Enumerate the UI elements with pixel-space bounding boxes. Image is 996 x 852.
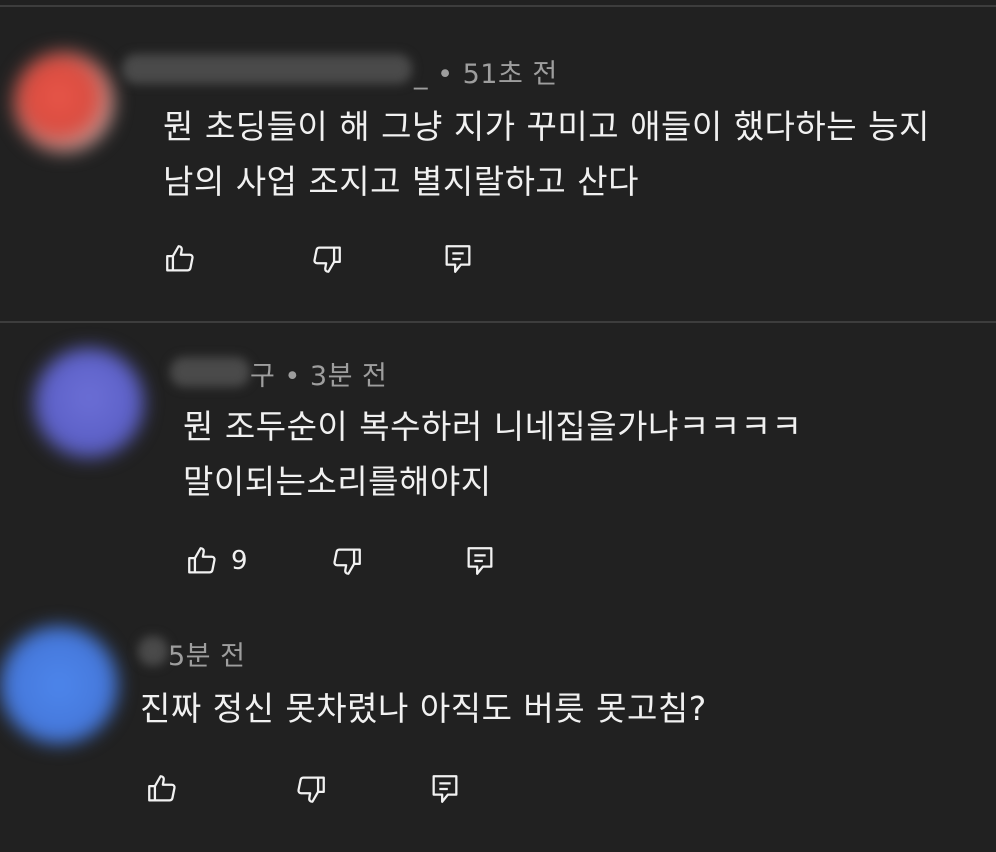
dislike-button[interactable]	[330, 544, 364, 578]
thumbs-up-icon	[188, 547, 216, 574]
reply-icon	[445, 245, 471, 273]
like-button[interactable]	[145, 772, 179, 806]
thumbs-down-icon	[333, 548, 361, 575]
author-name-blurred[interactable]	[170, 357, 250, 387]
reply-icon	[467, 547, 493, 575]
avatar[interactable]	[0, 626, 118, 744]
comment-text-line: 뭔 조두순이 복수하러 니네집을가냐ㅋㅋㅋㅋ	[183, 407, 803, 446]
avatar[interactable]	[34, 348, 144, 458]
reply-button[interactable]	[463, 544, 497, 578]
comment-meta: 구 • 3분 전	[250, 361, 388, 392]
comment-meta: _ • 51초 전	[414, 59, 558, 90]
dislike-button[interactable]	[310, 242, 344, 276]
comment-text-line: 남의 사업 조지고 별지랄하고 산다	[163, 162, 639, 201]
thumbs-up-icon	[148, 775, 176, 802]
like-count: 9	[231, 546, 248, 576]
avatar[interactable]	[14, 52, 114, 152]
reply-icon	[432, 775, 458, 803]
thumbs-down-icon	[297, 776, 325, 803]
thumbs-down-icon	[313, 246, 341, 273]
comment-text-line: 진짜 정신 못차렸나 아직도 버릇 못고침?	[140, 689, 707, 728]
comment-1: _ • 51초 전 뭔 초딩들이 해 그냥 지가 꾸미고 애들이 했다하는 능지…	[0, 0, 996, 322]
comment-text-line: 말이되는소리를해야지	[183, 462, 492, 501]
author-name-blurred[interactable]	[122, 54, 412, 84]
author-name-blurred[interactable]	[138, 636, 168, 666]
dislike-button[interactable]	[294, 772, 328, 806]
comment-3: 5분 전 진짜 정신 못차렸나 아직도 버릇 못고침?	[0, 602, 996, 852]
reply-button[interactable]	[428, 772, 462, 806]
like-button[interactable]	[185, 544, 219, 578]
comment-2: 구 • 3분 전 뭔 조두순이 복수하러 니네집을가냐ㅋㅋㅋㅋ 말이되는소리를해…	[0, 322, 996, 602]
reply-button[interactable]	[441, 242, 475, 276]
like-button[interactable]	[163, 242, 197, 276]
comment-meta: 5분 전	[168, 641, 246, 672]
thumbs-up-icon	[166, 245, 194, 272]
comment-text-line: 뭔 초딩들이 해 그냥 지가 꾸미고 애들이 했다하는 능지	[163, 107, 930, 146]
